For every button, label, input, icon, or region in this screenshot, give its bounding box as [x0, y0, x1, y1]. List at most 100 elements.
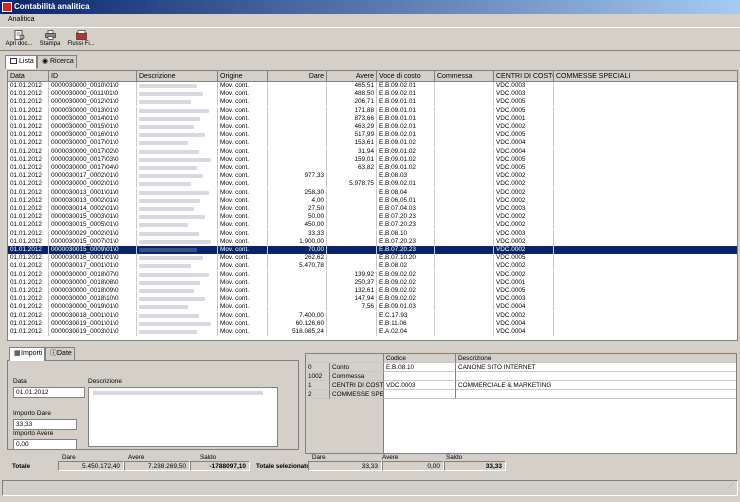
table-row[interactable]: 01.01.2012 0000030000_0016\01\0 Mov. cont.… — [8, 131, 737, 140]
table-row[interactable]: 01.01.2012 0000030019_0001\01\0 Mov. cont.… — [8, 319, 737, 328]
cell-commessa — [435, 270, 494, 279]
cell-voce: E.B.08.02 — [377, 262, 435, 271]
cell-centri: VDC.0005 — [494, 254, 554, 263]
table-row[interactable]: 01.01.2012 0000030015_0005\01\0 Mov. cont.… — [8, 221, 737, 230]
table-row[interactable]: 01.01.2012 0000030017_0002\01\0 Mov. cont.… — [8, 172, 737, 181]
tot-dare-label: Dare — [62, 454, 76, 461]
table-row[interactable]: 01.01.2012 0000030000_0018\07\0 Mov. cont.… — [8, 270, 737, 279]
table-row[interactable]: 01.01.2012 0000030000_0012\01\0 Mov. cont.… — [8, 98, 737, 107]
tab-ricerca[interactable]: ◉ Ricerca — [37, 55, 77, 68]
dim-cell-num: 0 — [306, 363, 330, 372]
dim-header-descrizione[interactable]: Descrizione — [456, 354, 736, 363]
header-origine[interactable]: Origine — [218, 71, 268, 82]
dimension-row[interactable]: 1 CENTRI DI COSTO VDC.0003 COMMERCIALE & MA… — [306, 381, 736, 390]
cell-voce: E.B.09.01.03 — [377, 303, 435, 312]
table-row[interactable]: 01.01.2012 0000030013_0002\01\0 Mov. cont.… — [8, 196, 737, 205]
cell-centri: VDC.0005 — [494, 155, 554, 164]
cell-voce: E.B.09.01.01 — [377, 114, 435, 123]
cell-origine: Mov. cont. — [218, 237, 268, 246]
dimension-row[interactable]: 1002 Commessa — [306, 372, 736, 381]
table-row[interactable]: 01.01.2012 0000030016_0001\01\0 Mov. cont.… — [8, 254, 737, 263]
table-row[interactable]: 01.01.2012 0000030029_0002\01\0 Mov. cont.… — [8, 229, 737, 238]
flows-button[interactable]: Flussi Fi... — [66, 29, 96, 51]
cell-dare: 50,00 — [268, 213, 327, 222]
resize-grip-icon[interactable]: ⋰ — [727, 483, 735, 491]
dim-header-codice[interactable]: Codice — [384, 354, 456, 363]
movements-grid[interactable]: Data ID Descrizione Origine Dare Avere V… — [7, 70, 738, 341]
table-row[interactable]: 01.01.2012 0000030000_0017\03\0 Mov. cont.… — [8, 155, 737, 164]
table-row[interactable]: 01.01.2012 0000030018_0001\01\0 Mov. cont.… — [8, 311, 737, 320]
redacted-text — [139, 141, 188, 146]
header-id[interactable]: ID — [49, 71, 137, 82]
cell-speciali — [554, 205, 737, 213]
menu-analitica[interactable]: Analitica — [8, 16, 34, 23]
table-row[interactable]: 01.01.2012 0000030000_0014\01\0 Mov. cont.… — [8, 114, 737, 123]
header-data[interactable]: Data — [8, 71, 49, 82]
table-row[interactable]: 01.01.2012 0000030017_0001\01\0 Mov. cont.… — [8, 262, 737, 271]
cell-commessa — [435, 196, 494, 205]
tab-lista[interactable]: Lista — [5, 55, 37, 69]
cell-dare: 7.400,00 — [268, 311, 327, 320]
cell-avere — [327, 254, 377, 263]
cell-voce: E.B.07.20.23 — [377, 246, 435, 254]
header-speciali[interactable]: COMMESSE SPECIALI — [554, 71, 737, 82]
redacted-text — [139, 125, 194, 129]
cell-speciali — [554, 90, 737, 98]
table-row[interactable]: 01.01.2012 0000030000_0015\01\0 Mov. cont.… — [8, 123, 737, 131]
cell-id: 0000030019_0001\01\0 — [49, 319, 137, 328]
tab-date[interactable]: ⓘDate — [45, 347, 75, 360]
table-row[interactable]: 01.01.2012 0000030015_0007\01\0 Mov. cont.… — [8, 237, 737, 246]
dimensions-grid[interactable]: Codice Descrizione 0 Conto E.B.08.10 CANONE… — [305, 353, 737, 454]
cell-id: 0000030000_0017\04\0 — [49, 164, 137, 172]
cell-voce: E.B.07.20.23 — [377, 213, 435, 222]
open-document-button[interactable]: Apri doc... — [4, 29, 34, 51]
dimension-row[interactable]: 2 COMMESSE SPEC — [306, 390, 736, 399]
header-commessa[interactable]: Commessa — [435, 71, 494, 82]
redacted-text — [139, 149, 199, 154]
importo-dare-field[interactable]: 33,33 — [13, 419, 77, 430]
cell-origine: Mov. cont. — [218, 155, 268, 164]
table-row[interactable]: 01.01.2012 0000030014_0002\01\0 Mov. cont.… — [8, 205, 737, 213]
cell-voce: E.B.09.02.01 — [377, 123, 435, 131]
table-row[interactable]: 01.01.2012 0000030000_0018\09\0 Mov. cont.… — [8, 287, 737, 295]
table-row[interactable]: 01.01.2012 0000030000_0019\01\0 Mov. cont.… — [8, 303, 737, 312]
cell-origine: Mov. cont. — [218, 221, 268, 230]
cell-centri: VDC.0005 — [494, 98, 554, 107]
cell-dare — [268, 287, 327, 295]
selected-dare: 33,33 — [308, 461, 382, 471]
table-row[interactable]: 01.01.2012 0000030019_0003\01\0 Mov. cont.… — [8, 328, 737, 336]
header-avere[interactable]: Avere — [327, 71, 377, 82]
table-row[interactable]: 01.01.2012 0000030000_0011\01\0 Mov. cont.… — [8, 90, 737, 99]
header-descrizione[interactable]: Descrizione — [137, 71, 218, 82]
header-voce[interactable]: Voce di costo — [377, 71, 435, 82]
cell-centri: VDC.0003 — [494, 90, 554, 99]
importo-avere-field[interactable]: 0,00 — [13, 439, 77, 450]
cell-dare: 33,33 — [268, 229, 327, 238]
table-row[interactable]: 01.01.2012 0000030013_0001\01\0 Mov. cont.… — [8, 188, 737, 197]
table-row[interactable]: 01.01.2012 0000030015_0009\01\0 Mov. cont.… — [8, 246, 737, 254]
table-row[interactable]: 01.01.2012 0000030000_0018\10\0 Mov. cont.… — [8, 295, 737, 304]
redacted-text — [139, 280, 200, 285]
dimension-row[interactable]: 0 Conto E.B.08.10 CANONE SITO INTERNET — [306, 363, 736, 372]
header-centri[interactable]: CENTRI DI COSTO — [494, 71, 554, 82]
table-row[interactable]: 01.01.2012 0000030000_0002\01\0 Mov. cont.… — [8, 180, 737, 189]
cell-commessa — [435, 147, 494, 156]
header-dare[interactable]: Dare — [268, 71, 327, 82]
print-button[interactable]: Stampa — [38, 29, 62, 51]
descrizione-field[interactable] — [88, 387, 278, 447]
table-row[interactable]: 01.01.2012 0000030015_0003\01\0 Mov. cont.… — [8, 213, 737, 222]
table-row[interactable]: 01.01.2012 0000030000_0010\01\0 Mov. cont.… — [8, 82, 737, 90]
data-field[interactable]: 01.01.2012 — [13, 387, 85, 398]
cell-avere — [327, 319, 377, 328]
table-row[interactable]: 01.01.2012 0000030000_0017\04\0 Mov. cont.… — [8, 164, 737, 172]
table-row[interactable]: 01.01.2012 0000030000_0013\01\0 Mov. cont.… — [8, 106, 737, 115]
table-row[interactable]: 01.01.2012 0000030000_0017\01\0 Mov. cont.… — [8, 139, 737, 148]
table-row[interactable]: 01.01.2012 0000030000_0018\08\0 Mov. cont.… — [8, 278, 737, 287]
cell-dare: 977,33 — [268, 172, 327, 181]
cell-voce: E.B.09.02.02 — [377, 295, 435, 304]
table-row[interactable]: 01.01.2012 0000030000_0017\02\0 Mov. cont.… — [8, 147, 737, 156]
cell-descrizione — [137, 98, 218, 107]
tab-importi[interactable]: ▦Importi — [9, 347, 45, 361]
cell-centri: VDC.0003 — [494, 82, 554, 90]
cell-speciali — [554, 303, 737, 311]
